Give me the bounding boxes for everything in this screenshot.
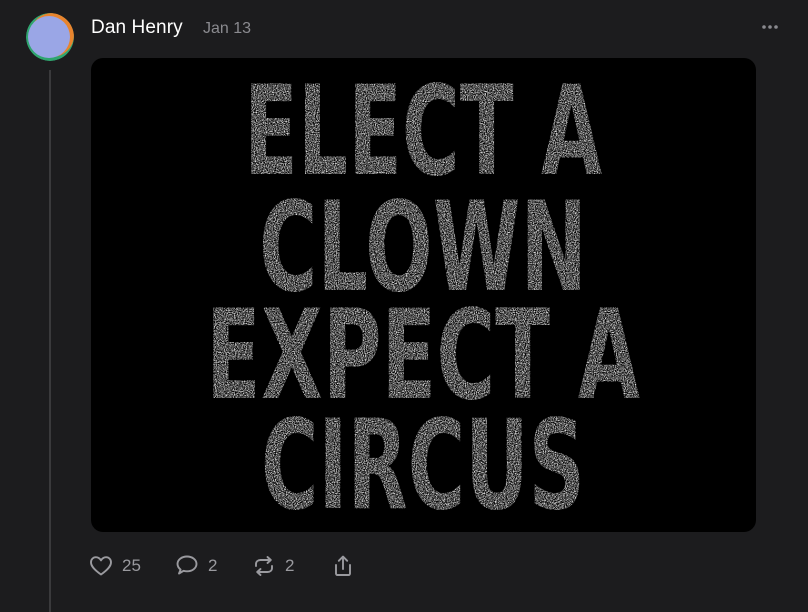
reply-count: 2 xyxy=(208,556,218,575)
speech-bubble-icon xyxy=(176,555,198,575)
post-image-graphic: ELECT A CLOWN EXPECT A CIRCUS xyxy=(206,60,640,532)
post: Dan Henry Jan 13 ELECT A CLOWN EXPECT A … xyxy=(0,0,808,612)
like-button[interactable]: 25 xyxy=(88,552,141,580)
heart-icon xyxy=(90,556,112,576)
ellipsis-icon xyxy=(762,25,778,29)
more-options-button[interactable] xyxy=(757,16,783,38)
post-image[interactable]: ELECT A CLOWN EXPECT A CIRCUS xyxy=(91,58,756,532)
repost-button[interactable]: 2 xyxy=(251,552,294,580)
avatar[interactable] xyxy=(26,13,74,61)
share-button[interactable] xyxy=(330,552,356,580)
repost-arrows-icon xyxy=(255,556,273,576)
image-text-line-4: CIRCUS xyxy=(261,394,585,532)
share-upload-icon xyxy=(335,555,351,576)
repost-count: 2 xyxy=(285,556,295,575)
author-name[interactable]: Dan Henry xyxy=(91,16,183,40)
like-count: 25 xyxy=(122,556,141,575)
reply-button[interactable]: 2 xyxy=(174,552,217,580)
post-timestamp[interactable]: Jan 13 xyxy=(203,19,251,39)
avatar-image xyxy=(26,13,74,61)
thread-line xyxy=(49,70,51,612)
